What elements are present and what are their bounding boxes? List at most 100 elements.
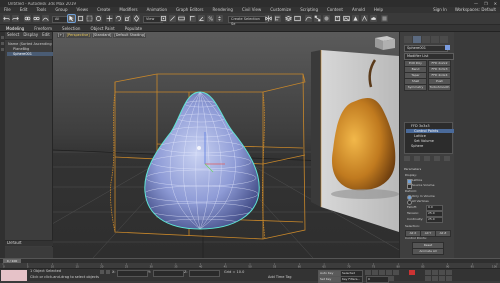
ribbon-tab-selection[interactable]: Selection (62, 27, 80, 31)
selection-region-icon[interactable] (86, 15, 93, 22)
x-coordinate-field[interactable] (117, 270, 148, 277)
pivot-center-icon[interactable] (160, 15, 167, 22)
viewcube[interactable] (375, 36, 395, 50)
zoom-all-icon[interactable] (432, 270, 438, 275)
animate-all-button[interactable]: Animate All (412, 248, 444, 255)
explorer-item-sphere001[interactable]: Sphere001 (7, 52, 57, 56)
bind-space-warp-icon[interactable] (42, 15, 49, 22)
configure-modifier-sets-icon[interactable] (444, 156, 450, 161)
window-crossing-icon[interactable] (95, 15, 102, 22)
current-frame-field[interactable]: 0 (366, 276, 389, 283)
zoom-extents-all-icon[interactable] (446, 270, 452, 275)
redo-icon[interactable] (12, 15, 19, 22)
go-to-end-icon[interactable] (393, 270, 399, 275)
sphere001-mesh[interactable] (144, 91, 260, 230)
render-in-cloud-icon[interactable] (370, 15, 377, 22)
modifier-list-dropdown[interactable]: Modifier List (404, 53, 454, 60)
link-icon[interactable] (24, 15, 31, 22)
selection-lock-icon[interactable] (106, 270, 110, 274)
a360-gallery-icon[interactable] (381, 15, 388, 22)
time-configuration-icon[interactable] (388, 276, 394, 281)
display-tab-icon[interactable] (440, 36, 448, 43)
scale-icon[interactable] (124, 15, 131, 22)
select-object-icon[interactable] (67, 14, 76, 23)
select-manipulate-icon[interactable] (169, 15, 176, 22)
rotate-icon[interactable] (115, 15, 122, 22)
explorer-tab-edit[interactable]: Edit (42, 33, 50, 39)
percent-snap-icon[interactable]: % (207, 15, 214, 22)
all-z-button[interactable]: All Z (435, 230, 451, 237)
place-icon[interactable] (133, 15, 140, 22)
render-iterative-icon[interactable] (361, 15, 368, 22)
orbit-icon[interactable] (439, 276, 445, 281)
previous-frame-icon[interactable] (372, 270, 378, 275)
keyboard-shortcut-icon[interactable] (178, 15, 185, 22)
parameters-heading[interactable]: Parameters (404, 168, 421, 171)
make-unique-icon[interactable] (424, 156, 430, 161)
angle-snap-icon[interactable] (198, 15, 205, 22)
set-key-button[interactable]: Set Key (318, 276, 341, 283)
create-layout-icon[interactable] (1, 42, 4, 45)
unlink-icon[interactable] (33, 15, 40, 22)
render-production-icon[interactable] (352, 15, 359, 22)
play-icon[interactable] (379, 270, 385, 275)
layout-toggle-icon[interactable] (1, 36, 4, 39)
maximize-viewport-icon[interactable] (446, 276, 452, 281)
y-coordinate-field[interactable] (153, 270, 184, 277)
field-of-view-icon[interactable] (425, 276, 431, 281)
go-to-start-icon[interactable] (365, 270, 371, 275)
modifier-button-turbosmooth[interactable]: TurboSmooth (428, 84, 451, 91)
object-color-swatch[interactable] (445, 45, 450, 50)
remove-modifier-icon[interactable] (434, 156, 440, 161)
ribbon-tab-modeling[interactable]: Modeling (6, 27, 24, 31)
modifier-button-symmetry[interactable]: Symmetry (404, 84, 427, 91)
pin-stack-icon[interactable] (404, 156, 410, 161)
zoom-icon[interactable] (425, 270, 431, 275)
z-coordinate-field[interactable] (189, 270, 220, 277)
rendered-frame-window-icon[interactable] (343, 15, 350, 22)
minimize-button[interactable]: — (474, 1, 478, 6)
create-tab-icon[interactable] (404, 36, 412, 43)
stack-item-ffd[interactable]: FFD 3x3x3 (406, 124, 455, 128)
viewport-shading-label[interactable]: [Default Shading] (113, 33, 147, 38)
pan-view-icon[interactable] (432, 276, 438, 281)
add-time-tag[interactable]: Add Time Tag (268, 275, 292, 280)
named-selection-sets-dropdown[interactable]: Create Selection Se (228, 16, 268, 26)
stack-item-sphere[interactable]: Sphere (406, 144, 455, 148)
stack-item-lattice[interactable]: Lattice (406, 134, 458, 138)
modify-tab-icon[interactable] (413, 36, 421, 43)
motion-tab-icon[interactable] (431, 36, 439, 43)
render-setup-icon[interactable] (334, 15, 341, 22)
move-icon[interactable] (106, 15, 113, 22)
ribbon-tab-object-paint[interactable]: Object Paint (90, 27, 114, 31)
close-button[interactable]: ✕ (494, 1, 497, 6)
graphite-toggle-icon[interactable] (294, 15, 301, 22)
isolate-selection-icon[interactable] (100, 270, 104, 274)
explorer-sort-header[interactable]: Name (Sorted Ascending) (7, 42, 52, 46)
layer-explorer-icon[interactable] (285, 15, 292, 22)
stack-item-control-points[interactable]: Control Points (406, 129, 458, 133)
show-end-result-icon[interactable] (414, 156, 420, 161)
workspaces-dropdown[interactable]: Workspaces: Default (455, 8, 496, 12)
sign-in-button[interactable]: Sign In (433, 8, 447, 12)
viewport-menu-label[interactable]: [+] (57, 33, 65, 38)
zoom-extents-icon[interactable] (439, 270, 445, 275)
schematic-view-icon[interactable] (314, 15, 321, 22)
ribbon-tab-freeform[interactable]: Freeform (34, 27, 52, 31)
layout-preset-icon[interactable] (1, 48, 4, 51)
material-editor-icon[interactable] (323, 15, 330, 22)
perspective-viewport[interactable]: [+] [Perspective] [Standard] [Default Sh… (53, 32, 399, 258)
plane-bkg[interactable] (311, 41, 399, 232)
undo-icon[interactable] (3, 15, 10, 22)
object-name-field[interactable]: Sphere001 (404, 45, 448, 52)
explorer-tab-display[interactable]: Display (23, 33, 38, 39)
spinner-snap-icon[interactable] (216, 15, 223, 22)
continuity-spinner[interactable]: 25.0 (426, 217, 443, 223)
ribbon-tab-populate[interactable]: Populate (125, 27, 142, 31)
workspace-selector[interactable]: Default (5, 240, 53, 246)
maximize-button[interactable]: ❐ (484, 1, 488, 6)
explorer-tab-select[interactable]: Select (7, 33, 19, 39)
align-icon[interactable] (274, 15, 281, 22)
key-filters-button[interactable]: Key Filters... (340, 276, 363, 283)
stack-item-set-volume[interactable]: Set Volume (406, 139, 458, 143)
